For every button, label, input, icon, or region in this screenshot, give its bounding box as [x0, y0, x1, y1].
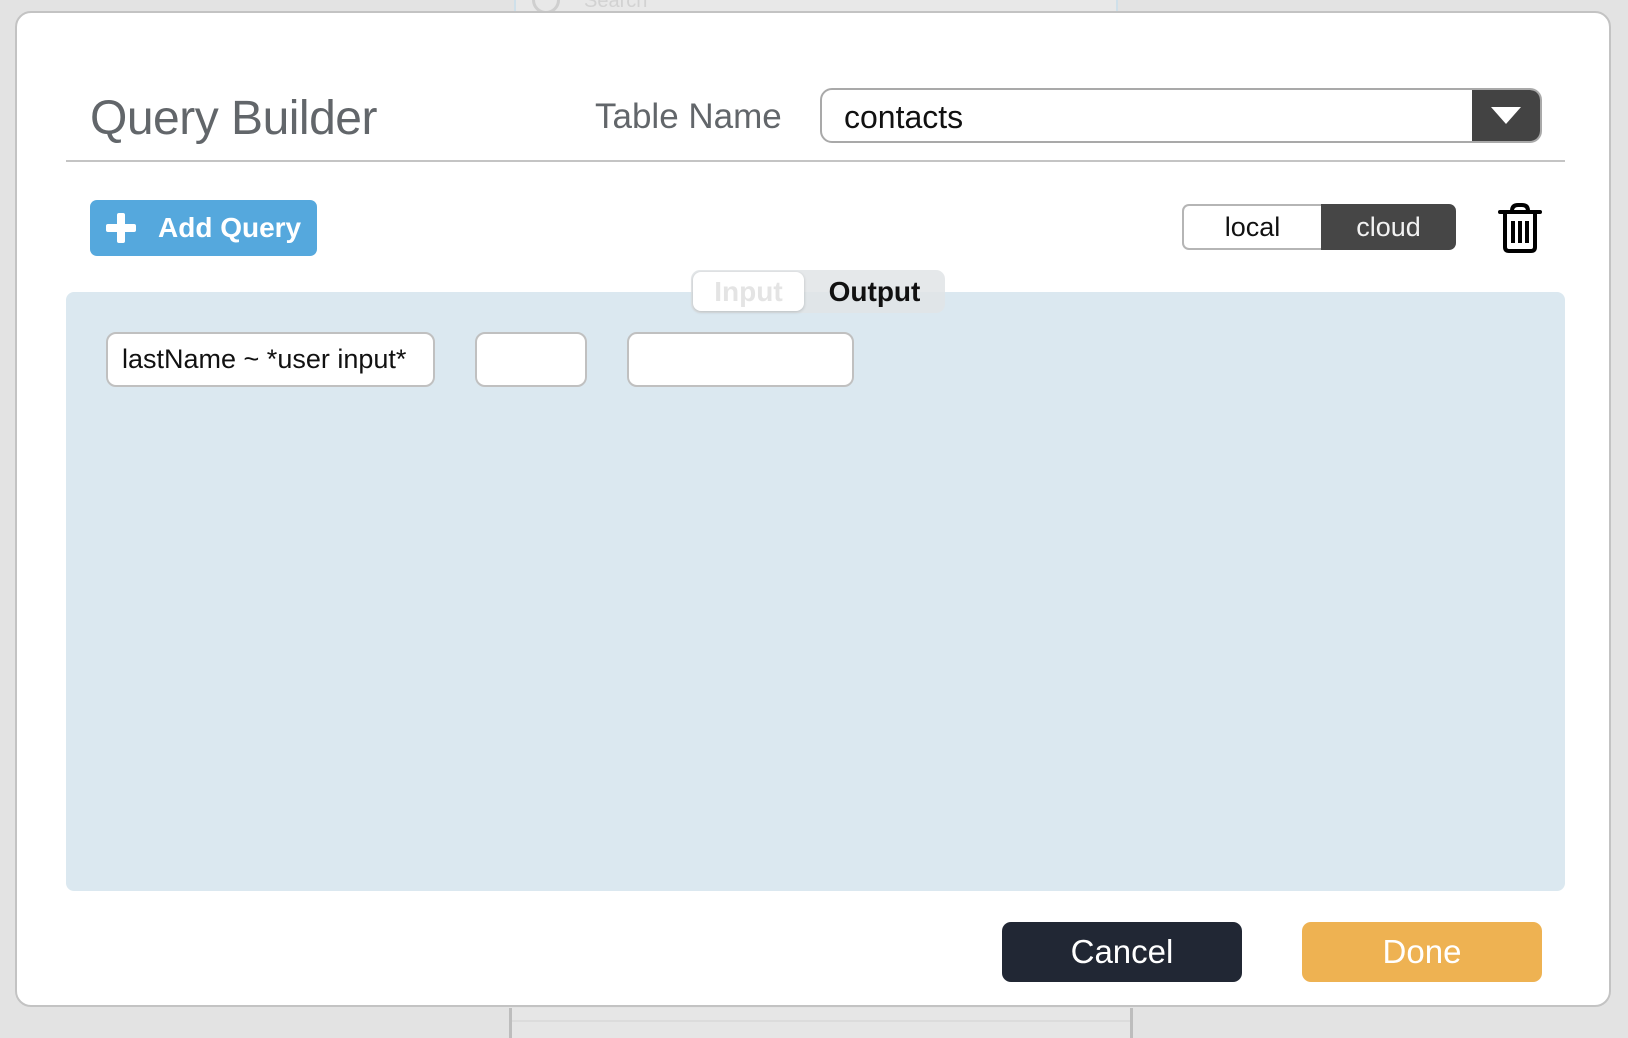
delete-button[interactable]: [1496, 202, 1544, 254]
background-column: [509, 1008, 1133, 1038]
header-divider: [66, 160, 1565, 162]
plus-icon: [106, 213, 136, 243]
add-query-button[interactable]: Add Query: [90, 200, 317, 256]
triangle-down-icon: [1491, 107, 1521, 124]
trash-icon: [1498, 203, 1542, 253]
query-field-operator[interactable]: [475, 332, 587, 387]
toggle-cloud[interactable]: cloud: [1321, 204, 1456, 250]
table-name-value: contacts: [844, 99, 964, 135]
query-field-condition[interactable]: lastName ~ *user input*: [106, 332, 435, 387]
dropdown-button[interactable]: [1472, 90, 1540, 141]
table-name-label: Table Name: [595, 97, 782, 136]
table-name-select[interactable]: contacts: [820, 88, 1542, 143]
tab-input[interactable]: Input: [693, 272, 804, 311]
tab-output[interactable]: Output: [804, 272, 945, 311]
query-field-value[interactable]: [627, 332, 854, 387]
query-builder-modal: Query Builder Table Name contacts Add Qu…: [15, 11, 1611, 1007]
toggle-local[interactable]: local: [1182, 204, 1321, 250]
location-toggle: local cloud: [1182, 204, 1456, 250]
add-query-label: Add Query: [158, 212, 302, 243]
input-output-toggle: Input Output: [691, 270, 945, 313]
modal-title: Query Builder: [90, 92, 377, 145]
cancel-button[interactable]: Cancel: [1002, 922, 1242, 982]
done-button[interactable]: Done: [1302, 922, 1542, 982]
